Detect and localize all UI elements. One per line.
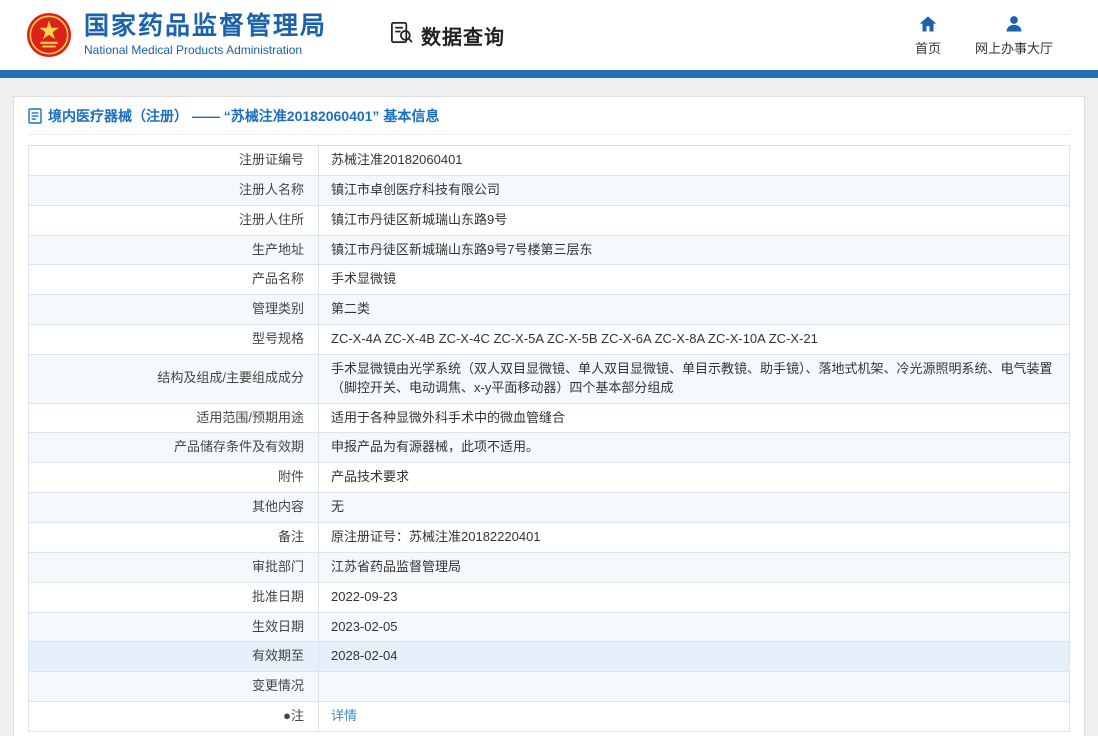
row-value: 2028-02-04 — [318, 641, 1070, 673]
row-value: 镇江市丹徒区新城瑞山东路9号7号楼第三层东 — [318, 234, 1070, 266]
row-value: 江苏省药品监督管理局 — [318, 551, 1070, 583]
row-value: ZC-X-4A ZC-X-4B ZC-X-4C ZC-X-5A ZC-X-5B … — [318, 324, 1070, 355]
data-query-icon — [389, 20, 414, 50]
row-label: 注册证编号 — [28, 145, 319, 176]
table-row: 结构及组成/主要组成成分 手术显微镜由光学系统（双人双目显微镜、单人双目显微镜、单… — [28, 353, 1070, 404]
table-row: 型号规格 ZC-X-4A ZC-X-4B ZC-X-4C ZC-X-5A ZC-X… — [28, 324, 1070, 355]
table-row: 注册人名称 镇江市卓创医疗科技有限公司 — [28, 174, 1070, 206]
info-panel: 境内医疗器械（注册） —— “苏械注准20182060401” 基本信息 注册证… — [13, 96, 1085, 736]
row-label: 附件 — [28, 462, 319, 494]
row-label: 变更情况 — [28, 671, 319, 703]
document-icon — [28, 107, 42, 124]
table-row: 备注 原注册证号：苏械注准20182220401 — [28, 521, 1070, 553]
row-label: 审批部门 — [28, 551, 319, 583]
row-value: 第二类 — [318, 294, 1070, 326]
row-value: 2022-09-23 — [318, 581, 1070, 613]
agency-subtitle: National Medical Products Administration — [84, 43, 303, 58]
row-label: 结构及组成/主要组成成分 — [28, 353, 319, 404]
row-label: 适用范围/预期用途 — [28, 402, 319, 434]
home-icon — [918, 14, 938, 34]
row-value: 镇江市丹徒区新城瑞山东路9号 — [318, 204, 1070, 236]
row-value: 苏械注准20182060401 — [318, 145, 1070, 176]
row-label: 批准日期 — [28, 581, 319, 613]
row-value: 适用于各种显微外科手术中的微血管缝合 — [318, 402, 1070, 434]
row-label: 型号规格 — [28, 324, 319, 355]
row-value: 镇江市卓创医疗科技有限公司 — [318, 174, 1070, 206]
user-icon — [1004, 14, 1024, 34]
row-value: 申报产品为有源器械，此项不适用。 — [318, 432, 1070, 464]
header-divider-bar — [0, 70, 1098, 78]
row-label: 备注 — [28, 521, 319, 553]
table-row: 适用范围/预期用途 适用于各种显微外科手术中的微血管缝合 — [28, 402, 1070, 434]
row-label: 其他内容 — [28, 492, 319, 523]
row-value: 手术显微镜由光学系统（双人双目显微镜、单人双目显微镜、单目示教镜、助手镜）、落地… — [318, 353, 1070, 404]
nav-service-hall-label: 网上办事大厅 — [974, 40, 1053, 56]
row-label: 有效期至 — [28, 641, 319, 673]
table-row: 产品储存条件及有效期 申报产品为有源器械，此项不适用。 — [28, 432, 1070, 464]
nav-home-label: 首页 — [914, 40, 941, 56]
data-query-nav[interactable]: 数据查询 — [389, 20, 505, 50]
row-label: 生效日期 — [28, 611, 319, 643]
nav-service-hall[interactable]: 网上办事大厅 — [975, 14, 1053, 57]
detail-link[interactable]: 详情 — [331, 708, 357, 723]
national-emblem-icon — [26, 12, 72, 58]
row-label: 管理类别 — [28, 294, 319, 326]
row-label: 注册人名称 — [28, 174, 319, 206]
row-label: ●注 — [28, 701, 319, 732]
table-row: 生产地址 镇江市丹徒区新城瑞山东路9号7号楼第三层东 — [28, 234, 1070, 266]
table-row: 生效日期 2023-02-05 — [28, 611, 1070, 643]
row-label: 产品名称 — [28, 264, 319, 296]
table-row: 其他内容无 — [28, 492, 1070, 523]
table-row: 批准日期 2022-09-23 — [28, 581, 1070, 613]
row-label: 注册人住所 — [28, 204, 319, 236]
agency-logo[interactable]: 国家药品监督管理局 National Medical Products Admi… — [26, 12, 327, 58]
table-row: 管理类别 第二类 — [28, 294, 1070, 326]
page-content: 境内医疗器械（注册） —— “苏械注准20182060401” 基本信息 注册证… — [0, 78, 1098, 736]
table-row: 附件 产品技术要求 — [28, 462, 1070, 494]
table-row: 注册人住所 镇江市丹徒区新城瑞山东路9号 — [28, 204, 1070, 236]
table-row: 产品名称 手术显微镜 — [28, 264, 1070, 296]
row-value: 2023-02-05 — [318, 611, 1070, 643]
data-query-label: 数据查询 — [421, 26, 506, 49]
agency-title: 国家药品监督管理局 — [84, 11, 328, 40]
table-row: 变更情况 — [28, 671, 1070, 703]
table-row: 有效期至 2028-02-04 — [28, 641, 1070, 673]
row-value — [318, 671, 1070, 703]
row-value: 产品技术要求 — [318, 462, 1070, 494]
site-header: 国家药品监督管理局 National Medical Products Admi… — [0, 0, 1098, 70]
info-table: 注册证编号 苏械注准20182060401 注册人名称 镇江市卓创医疗科技有限公司 注册… — [28, 145, 1070, 732]
table-row: 审批部门 江苏省药品监督管理局 — [28, 551, 1070, 583]
table-row: 注册证编号 苏械注准20182060401 — [28, 145, 1070, 176]
row-value: 详情 — [318, 701, 1070, 732]
row-label: 产品储存条件及有效期 — [28, 432, 319, 464]
breadcrumb: 境内医疗器械（注册） —— “苏械注准20182060401” 基本信息 — [28, 97, 1070, 135]
page-title: 境内医疗器械（注册） —— “苏械注准20182060401” 基本信息 — [48, 107, 440, 124]
nav-home[interactable]: 首页 — [915, 14, 941, 57]
row-value: 无 — [318, 492, 1070, 523]
row-value: 手术显微镜 — [318, 264, 1070, 296]
row-value: 原注册证号：苏械注准20182220401 — [318, 521, 1070, 553]
header-nav: 首页 网上办事大厅 — [915, 14, 1053, 57]
row-label: 生产地址 — [28, 234, 319, 266]
table-row: ●注 详情 — [28, 701, 1070, 732]
